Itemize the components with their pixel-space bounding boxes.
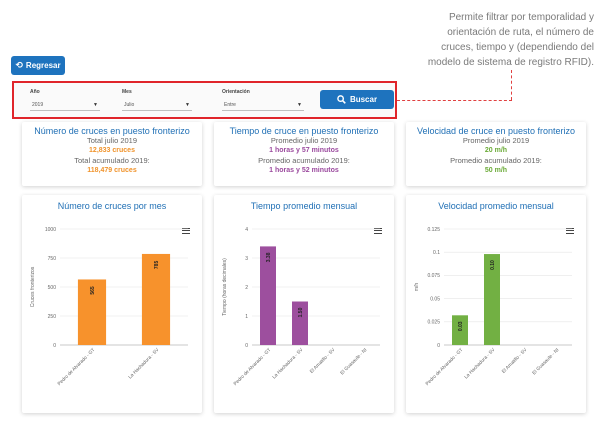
- y-tick-label: 2: [245, 285, 248, 291]
- kpi-card-speed: Velocidad de cruce en puesto fronterizo …: [406, 122, 586, 186]
- kpi-title: Número de cruces en puesto fronterizo: [34, 126, 190, 136]
- data-label: 785: [154, 261, 160, 270]
- y-tick-label: 0: [245, 343, 248, 349]
- chevron-down-icon: ▼: [297, 102, 302, 108]
- y-tick-label: 0.05: [430, 296, 440, 302]
- y-tick-label: 3: [245, 256, 248, 262]
- chevron-down-icon: ▼: [93, 102, 98, 108]
- search-icon: [337, 95, 346, 104]
- filter-panel: Año 2019 ▼ Mes Julio ▼ Orientación Entre…: [12, 81, 397, 119]
- y-tick-label: 750: [48, 256, 57, 262]
- y-tick-label: 4: [245, 227, 248, 233]
- y-axis-label: Cruces fronterizos: [30, 266, 36, 307]
- year-filter: Año 2019 ▼: [30, 89, 100, 111]
- y-tick-label: 0.075: [427, 273, 440, 279]
- kpi-period-label: Total julio 2019: [86, 136, 138, 145]
- speed-chart-card: Velocidad promedio mensual 0 0.025 0.05 0.0…: [406, 195, 586, 413]
- search-button[interactable]: Buscar: [320, 90, 394, 109]
- search-button-label: Buscar: [349, 95, 378, 104]
- data-label: 0.03: [458, 321, 464, 331]
- y-tick-label: 0.025: [427, 320, 440, 326]
- annotation-line: cruces, tiempo y (dependiendo del: [441, 42, 594, 53]
- undo-icon: ⟲: [15, 60, 23, 70]
- x-tick-label: El Amatillo - SV: [309, 347, 337, 375]
- annotation-connector: [397, 100, 512, 101]
- y-tick-label: 0: [53, 343, 56, 349]
- speed-chart: 0 0.025 0.05 0.075 0.1 0.125 m/h 0.03 Pedro de A…: [414, 227, 572, 387]
- y-tick-label: 0.125: [427, 227, 440, 233]
- y-tick-label: 1000: [45, 227, 56, 233]
- time-chart: 0 1 2 3 4 Tiempo (horas decimales) 3.38 Pedro d…: [222, 227, 380, 387]
- kpi-card-time: Tiempo de cruce en puesto fronterizo Pro…: [214, 122, 394, 186]
- year-select[interactable]: 2019 ▼: [30, 100, 100, 111]
- month-select[interactable]: Julio ▼: [122, 100, 192, 111]
- kpi-accumulated-value: 1 horas y 52 minutos: [269, 167, 339, 174]
- data-label: 1.50: [298, 307, 304, 317]
- y-axis-label: Tiempo (horas decimales): [222, 258, 228, 316]
- x-tick-label: El Guasaule - NI: [531, 347, 560, 376]
- year-value: 2019: [32, 102, 44, 108]
- x-tick-label: Pedro de Alvarado - GT: [425, 347, 465, 387]
- orientation-value: Entre: [224, 102, 236, 108]
- dashboard-page: Permite filtrar por temporalidad y orien…: [0, 0, 600, 424]
- data-label: 0.10: [490, 260, 496, 270]
- crossings-chart: 0 250 500 750 1000 Cruces fronterizos 565 Pedro…: [30, 227, 188, 387]
- kpi-accumulated-label: Promedio acumulado 2019:: [450, 156, 542, 165]
- chevron-down-icon: ▼: [185, 102, 190, 108]
- kpi-card-crossings: Número de cruces en puesto fronterizo To…: [22, 122, 202, 186]
- annotation-connector: [511, 70, 512, 100]
- back-button[interactable]: ⟲ Regresar: [11, 56, 65, 75]
- y-tick-label: 500: [48, 285, 57, 291]
- kpi-value: 1 horas y 57 minutos: [269, 147, 339, 154]
- kpi-period-label: Promedio julio 2019: [270, 136, 338, 145]
- crossings-chart-card: Número de cruces por mes 0 250 500 750 1000 C…: [22, 195, 202, 413]
- x-tick-label: La Hachadura - SV: [271, 347, 305, 381]
- x-tick-label: La Hachadura - SV: [127, 347, 161, 381]
- kpi-accumulated-value: 50 m/h: [484, 167, 508, 174]
- kpi-title: Tiempo de cruce en puesto fronterizo: [229, 126, 379, 136]
- kpi-accumulated-label: Promedio acumulado 2019:: [258, 156, 350, 165]
- back-button-label: Regresar: [25, 61, 61, 70]
- x-tick-label: El Guasaule - NI: [339, 347, 368, 376]
- kpi-title: Velocidad de cruce en puesto fronterizo: [416, 126, 576, 136]
- kpi-value: 20 m/h: [484, 147, 508, 154]
- chart-title: Número de cruces por mes: [57, 201, 167, 211]
- x-tick-label: El Amatillo - SV: [501, 347, 529, 375]
- annotation-line: modelo de sistema de registro RFID).: [427, 57, 594, 68]
- month-value: Julio: [124, 102, 135, 108]
- chart-title: Tiempo promedio mensual: [250, 201, 358, 211]
- annotation-line: orientación de ruta, el número de: [447, 27, 594, 38]
- y-tick-label: 250: [48, 314, 57, 320]
- month-label: Mes: [122, 89, 132, 95]
- data-label: 565: [90, 286, 96, 295]
- x-tick-label: Pedro de Alvarado - GT: [57, 347, 97, 387]
- annotation-line: Permite filtrar por temporalidad y: [448, 12, 594, 23]
- x-tick-label: La Hachadura - SV: [463, 347, 497, 381]
- y-tick-label: 1: [245, 314, 248, 320]
- kpi-value: 12,833 cruces: [89, 147, 135, 154]
- month-filter: Mes Julio ▼: [122, 89, 192, 111]
- x-tick-label: Pedro de Alvarado - GT: [233, 347, 273, 387]
- orientation-select[interactable]: Entre ▼: [222, 100, 304, 111]
- kpi-period-label: Promedio julio 2019: [462, 136, 530, 145]
- kpi-accumulated-label: Total acumulado 2019:: [74, 156, 150, 165]
- y-tick-label: 0.1: [433, 250, 440, 256]
- time-chart-card: Tiempo promedio mensual 0 1 2 3 4 Tiempo (hor…: [214, 195, 394, 413]
- chart-title: Velocidad promedio mensual: [438, 201, 554, 211]
- data-label: 3.38: [266, 252, 272, 262]
- orientation-label: Orientación: [222, 89, 250, 95]
- year-label: Año: [30, 89, 40, 95]
- kpi-accumulated-value: 118,479 cruces: [87, 167, 137, 174]
- orientation-filter: Orientación Entre ▼: [222, 89, 304, 111]
- annotation-note: Permite filtrar por temporalidad y orien…: [394, 10, 594, 70]
- y-axis-label: m/h: [414, 283, 420, 292]
- y-tick-label: 0: [437, 343, 440, 349]
